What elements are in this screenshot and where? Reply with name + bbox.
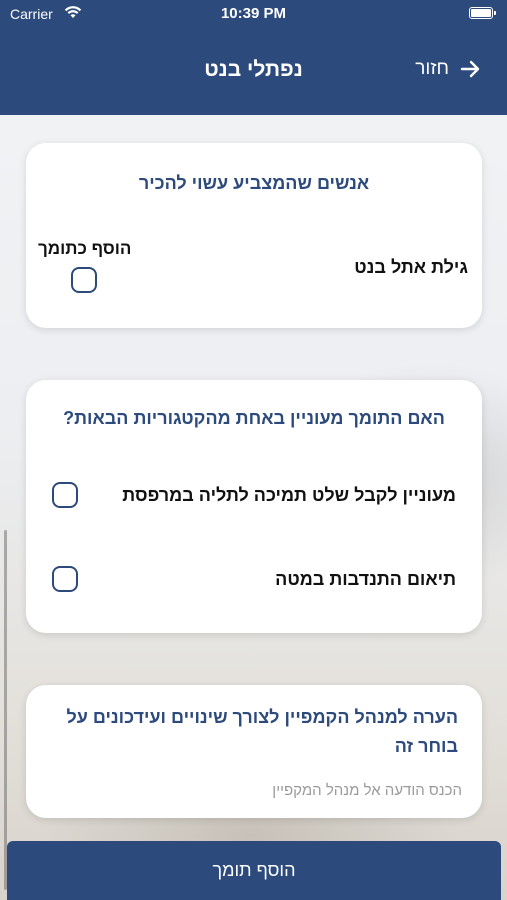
acquaintances-card: אנשים שהמצביע עשוי להכיר גילת אתל בנט הו… <box>26 143 482 328</box>
note-title: הערה למנהל הקמפיין לצורך שינויים ועידכונ… <box>66 707 458 756</box>
acquaintances-title: אנשים שהמצביע עשוי להכיר <box>138 173 370 193</box>
category-option-label: תיאום התנדבות במטה <box>275 569 456 589</box>
categories-title: האם התומך מעוניין באחת מהקטגוריות הבאות? <box>63 408 445 428</box>
clock: 10:39 PM <box>220 5 287 22</box>
category-option-checkbox-sign[interactable] <box>52 482 78 508</box>
back-label: חזור <box>415 58 449 79</box>
add-as-supporter-checkbox[interactable] <box>71 267 97 293</box>
person-name: גילת אתל בנט <box>354 257 468 277</box>
note-card: הערה למנהל הקמפיין לצורך שינויים ועידכונ… <box>26 685 482 818</box>
category-option-label: מעוניין לקבל שלט תמיכה לתליה במרפסת <box>122 485 456 505</box>
category-option-checkbox-volunteer[interactable] <box>52 566 78 592</box>
back-button[interactable]: חזור <box>415 58 481 80</box>
categories-card: האם התומך מעוניין באחת מהקטגוריות הבאות?… <box>26 380 482 633</box>
add-supporter-button[interactable]: הוסף תומך <box>7 841 501 900</box>
battery-icon <box>469 7 496 19</box>
app-header: Carrier 10:39 PM נפתלי בנט חזור <box>0 0 507 115</box>
note-input[interactable] <box>46 777 462 803</box>
status-bar: Carrier 10:39 PM <box>0 0 507 30</box>
arrow-right-icon <box>460 60 480 78</box>
add-as-supporter-label: הוסף כתומך <box>38 239 132 258</box>
scrollbar[interactable] <box>4 530 7 890</box>
